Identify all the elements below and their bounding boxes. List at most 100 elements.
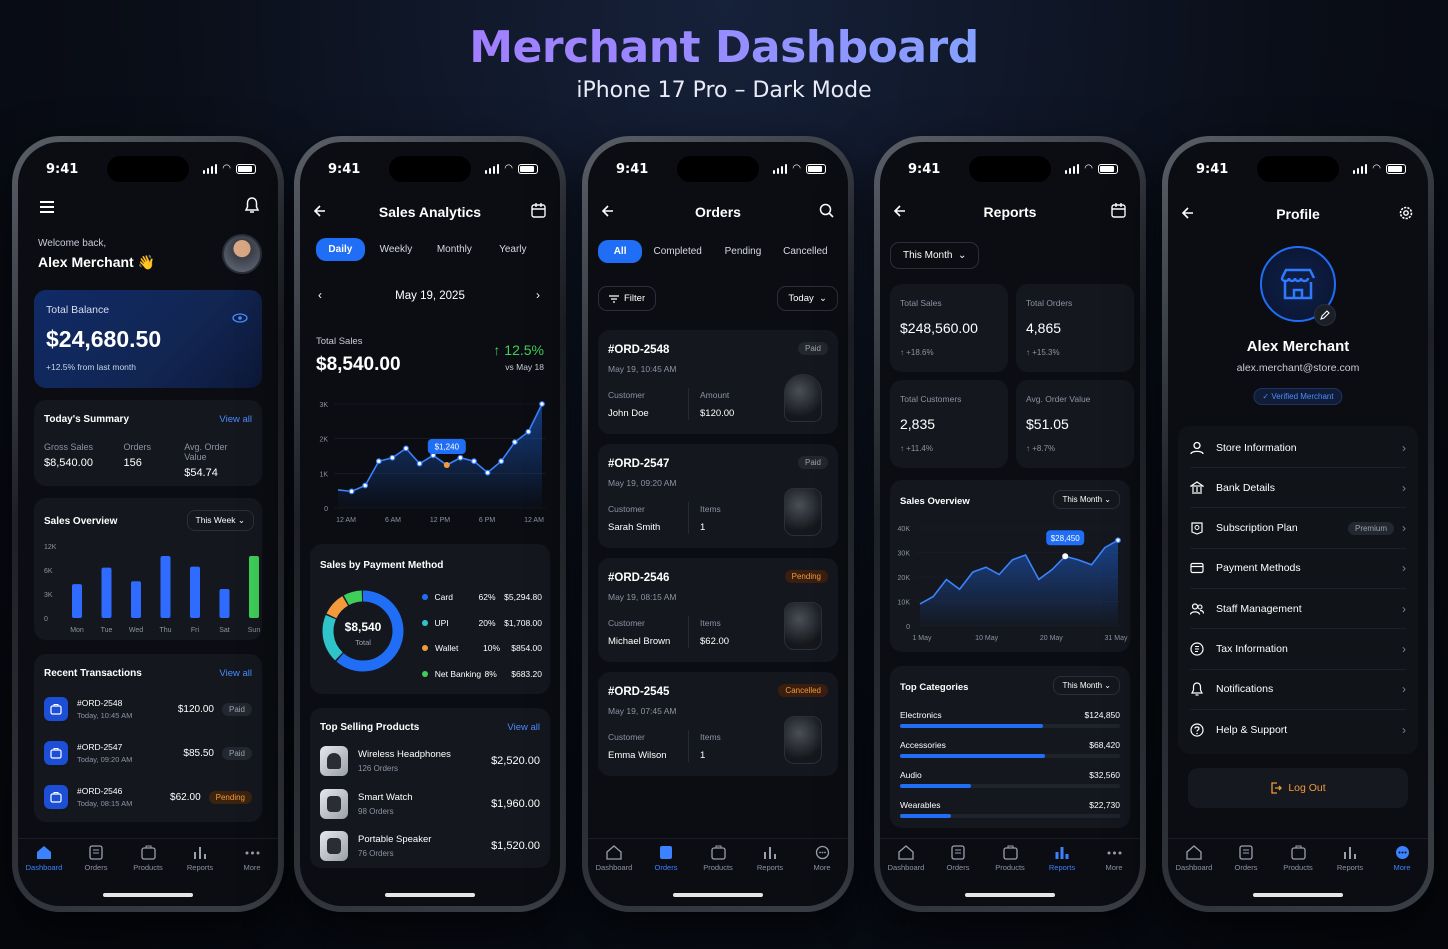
recent-view-all[interactable]: View all bbox=[219, 668, 252, 679]
y-tick-label: 3K bbox=[44, 592, 53, 599]
menu-item[interactable]: Store Information › bbox=[1190, 428, 1406, 468]
back-icon[interactable] bbox=[893, 204, 906, 222]
filter-cancelled[interactable]: Cancelled bbox=[773, 240, 838, 263]
tab-more[interactable]: More bbox=[1378, 845, 1426, 872]
menu-item[interactable]: Bank Details › bbox=[1190, 468, 1406, 509]
order-card[interactable]: #ORD-2546 May 19, 08:15 AM Pending Custo… bbox=[598, 558, 838, 662]
avatar[interactable] bbox=[222, 234, 262, 274]
tab-dashboard[interactable]: Dashboard bbox=[20, 845, 68, 872]
tab-products[interactable]: Products bbox=[694, 845, 742, 872]
back-icon[interactable] bbox=[1181, 206, 1194, 224]
tab-label: Reports bbox=[1048, 863, 1076, 872]
order-card[interactable]: #ORD-2545 May 19, 07:45 AM Cancelled Cus… bbox=[598, 672, 838, 776]
filter-pending[interactable]: Pending bbox=[713, 240, 773, 263]
tab-products[interactable]: Products bbox=[1274, 845, 1322, 872]
data-point bbox=[498, 458, 505, 465]
tab-products[interactable]: Products bbox=[986, 845, 1034, 872]
menu-item[interactable]: Tax Information › bbox=[1190, 630, 1406, 670]
overview-filter[interactable]: This Week ⌄ bbox=[186, 510, 254, 531]
period-tabs: Daily Weekly Monthly Yearly bbox=[316, 238, 544, 261]
tab-reports[interactable]: Reports bbox=[746, 845, 794, 872]
transaction-row[interactable]: #ORD-2548 Today, 10:45 AM $120.00 Paid bbox=[44, 692, 252, 726]
calendar-icon[interactable] bbox=[1111, 203, 1126, 223]
summary-view-all[interactable]: View all bbox=[219, 414, 252, 425]
stat-label: Gross Sales bbox=[44, 442, 94, 452]
next-date-icon[interactable]: › bbox=[536, 288, 540, 302]
phone-reports: 9:41 ◠ Reports This Month ⌄ Total Sales … bbox=[874, 136, 1146, 912]
tab-reports[interactable]: Reports bbox=[176, 845, 224, 872]
y-tick-label: 10K bbox=[898, 600, 911, 607]
transaction-row[interactable]: #ORD-2547 Today, 09:20 AM $85.50 Paid bbox=[44, 736, 252, 770]
tab-more[interactable]: More bbox=[798, 845, 846, 872]
bar bbox=[131, 581, 141, 618]
earbuds-icon bbox=[784, 716, 822, 764]
period-yearly[interactable]: Yearly bbox=[482, 238, 544, 261]
menu-icon[interactable] bbox=[40, 200, 54, 218]
logout-button[interactable]: Log Out bbox=[1188, 768, 1408, 808]
data-point bbox=[1115, 537, 1121, 544]
overview-month-filter[interactable]: This Month ⌄ bbox=[1053, 490, 1120, 509]
status-icons: ◠ bbox=[1352, 163, 1406, 174]
filter-button[interactable]: Filter bbox=[598, 286, 657, 311]
filter-all[interactable]: All bbox=[598, 240, 643, 263]
status-icons: ◠ bbox=[772, 163, 826, 174]
more-icon bbox=[245, 851, 259, 855]
period-weekly[interactable]: Weekly bbox=[365, 238, 427, 261]
product-row[interactable]: Portable Speaker 76 Orders $1,520.00 bbox=[320, 829, 540, 863]
back-icon[interactable] bbox=[601, 204, 614, 222]
product-row[interactable]: Smart Watch 98 Orders $1,960.00 bbox=[320, 787, 540, 821]
tab-more[interactable]: More bbox=[228, 845, 276, 872]
reports-icon bbox=[764, 847, 776, 859]
product-row[interactable]: Wireless Headphones 126 Orders $2,520.00 bbox=[320, 744, 540, 778]
chevron-down-icon: ⌄ bbox=[237, 515, 245, 525]
orders-title: Orders bbox=[695, 204, 741, 220]
tab-dashboard[interactable]: Dashboard bbox=[882, 845, 930, 872]
tab-products[interactable]: Products bbox=[124, 845, 172, 872]
x-tick-label: 6 AM bbox=[385, 517, 401, 524]
x-tick-label: 20 May bbox=[1040, 635, 1063, 642]
tab-orders[interactable]: Orders bbox=[934, 845, 982, 872]
top-products-view-all[interactable]: View all bbox=[507, 722, 540, 733]
period-daily[interactable]: Daily bbox=[316, 238, 365, 261]
order-card[interactable]: #ORD-2547 May 19, 09:20 AM Paid Customer… bbox=[598, 444, 838, 548]
menu-item[interactable]: Payment Methods › bbox=[1190, 549, 1406, 589]
stat-value: $8,540.00 bbox=[44, 457, 93, 469]
tab-label: Dashboard bbox=[887, 863, 925, 872]
tab-dashboard[interactable]: Dashboard bbox=[590, 845, 638, 872]
transaction-row[interactable]: #ORD-2546 Today, 08:15 AM $62.00 Pending bbox=[44, 780, 252, 814]
payment-pct: 8% bbox=[484, 668, 497, 679]
eye-icon[interactable] bbox=[232, 310, 248, 328]
calendar-icon[interactable] bbox=[531, 203, 546, 223]
order-card[interactable]: #ORD-2548 May 19, 10:45 AM Paid Customer… bbox=[598, 330, 838, 434]
divider bbox=[688, 730, 689, 762]
col2-value: $120.00 bbox=[700, 408, 735, 419]
tab-dashboard[interactable]: Dashboard bbox=[1170, 845, 1218, 872]
categories-filter[interactable]: This Month ⌄ bbox=[1053, 676, 1120, 695]
tab-reports[interactable]: Reports bbox=[1038, 845, 1086, 872]
menu-item[interactable]: Notifications › bbox=[1190, 670, 1406, 710]
tab-orders[interactable]: Orders bbox=[642, 845, 690, 872]
tab-reports[interactable]: Reports bbox=[1326, 845, 1374, 872]
search-icon[interactable] bbox=[819, 203, 834, 223]
period-dropdown[interactable]: This Month ⌄ bbox=[890, 242, 980, 269]
tab-more[interactable]: More bbox=[1090, 845, 1138, 872]
bell-icon[interactable] bbox=[244, 197, 260, 219]
tab-orders[interactable]: Orders bbox=[72, 845, 120, 872]
date-filter-button[interactable]: Today ⌄ bbox=[777, 286, 838, 311]
profile-name: Alex Merchant bbox=[1246, 338, 1350, 355]
tab-orders[interactable]: Orders bbox=[1222, 845, 1270, 872]
menu-item[interactable]: Subscription Plan Premium › bbox=[1190, 509, 1406, 549]
edit-icon[interactable] bbox=[1314, 304, 1336, 326]
period-monthly[interactable]: Monthly bbox=[427, 238, 482, 261]
menu-item[interactable]: Staff Management › bbox=[1190, 589, 1406, 630]
gear-icon[interactable] bbox=[1398, 205, 1414, 226]
payment-title: Sales by Payment Method bbox=[320, 560, 444, 571]
payment-amount: $854.00 bbox=[511, 643, 542, 653]
back-icon[interactable] bbox=[313, 204, 326, 222]
category-row: Wearables $22,730 bbox=[900, 800, 1120, 824]
filter-completed[interactable]: Completed bbox=[642, 240, 713, 263]
payment-method-card: Sales by Payment Method $8,540 Total Car… bbox=[310, 544, 550, 694]
status-icons: ◠ bbox=[1064, 163, 1118, 174]
menu-item[interactable]: Help & Support › bbox=[1190, 710, 1406, 750]
monthly-sales-line-chart: 40K 30K 20K 10K 0 $28,450 1 May 10 May 20 May 31 … bbox=[898, 526, 1128, 642]
